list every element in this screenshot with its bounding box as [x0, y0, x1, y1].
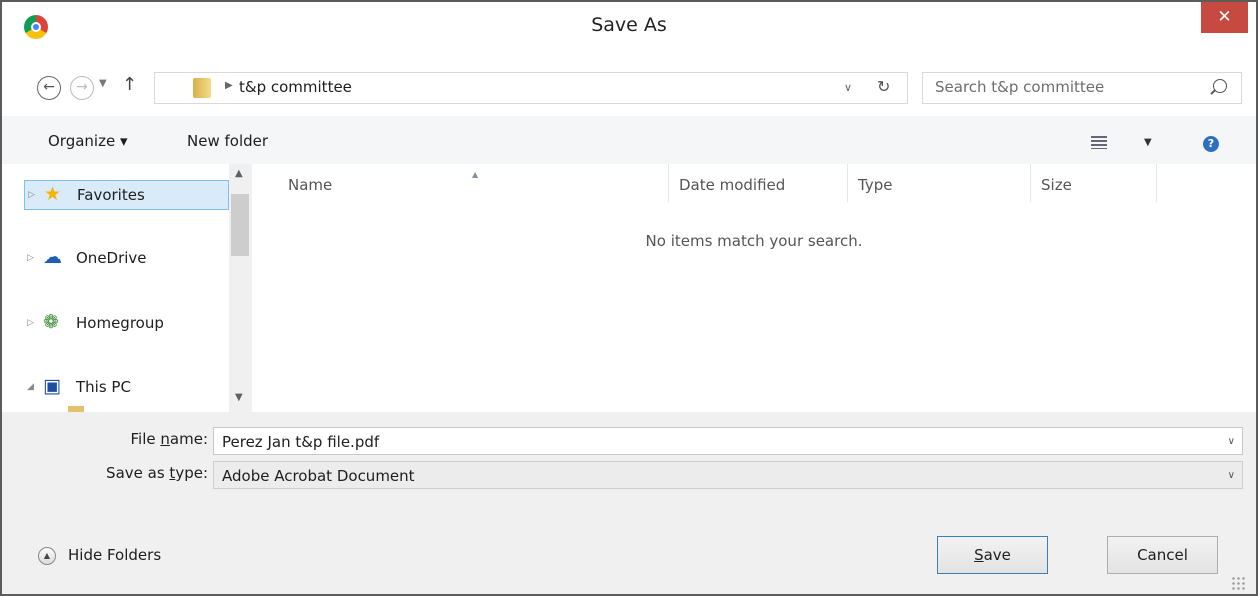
- navigation-pane: ▷ ★ Favorites ▷ ☁ OneDrive ▷ ❁ Homegroup…: [2, 164, 251, 412]
- nav-item-favorites[interactable]: ▷ ★ Favorites: [24, 180, 229, 210]
- new-folder-button[interactable]: New folder: [187, 132, 268, 150]
- column-header-type[interactable]: Type: [848, 164, 1031, 202]
- save-as-type-value[interactable]: Adobe Acrobat Document: [222, 467, 415, 485]
- scroll-down-chevron-icon[interactable]: ▼: [235, 392, 243, 403]
- search-box[interactable]: [922, 72, 1242, 104]
- view-details-icon[interactable]: [1091, 136, 1107, 149]
- label-text: File: [130, 430, 161, 448]
- button-label: ave: [983, 546, 1011, 564]
- address-bar[interactable]: ▶ t&p committee ∨ ↻: [154, 72, 908, 104]
- nav-scrollbar[interactable]: ▲ ▼: [229, 164, 251, 412]
- column-label: Date modified: [679, 176, 786, 194]
- expand-chevron-icon[interactable]: ▷: [27, 318, 34, 328]
- column-label: Type: [858, 176, 893, 194]
- folder-icon: [193, 78, 211, 98]
- command-bar: Organize ▾ New folder ▼ ?: [2, 116, 1256, 164]
- collapse-chevron-icon[interactable]: ◢: [27, 382, 34, 392]
- cloud-icon: ☁: [43, 246, 62, 268]
- nav-item-homegroup[interactable]: ▷ ❁ Homegroup: [24, 309, 229, 339]
- column-header-name[interactable]: ▲ Name: [274, 164, 669, 202]
- file-name-field[interactable]: Perez Jan t&p file.pdf ∨: [213, 427, 1243, 455]
- file-name-chevron-down-icon[interactable]: ∨: [1228, 436, 1235, 447]
- nav-item-label: This PC: [76, 378, 131, 396]
- scroll-up-chevron-icon[interactable]: ▲: [235, 168, 243, 179]
- nav-item-onedrive[interactable]: ▷ ☁ OneDrive: [24, 244, 229, 274]
- star-icon: ★: [44, 183, 62, 205]
- help-icon[interactable]: ?: [1203, 136, 1219, 152]
- column-header-size[interactable]: Size: [1031, 164, 1157, 202]
- column-label: Size: [1041, 176, 1072, 194]
- cancel-button[interactable]: Cancel: [1107, 536, 1218, 574]
- resize-grip-icon[interactable]: [1231, 576, 1245, 590]
- save-as-type-select[interactable]: Adobe Acrobat Document ∨: [213, 461, 1243, 489]
- back-button[interactable]: ←: [37, 76, 61, 100]
- nav-item-label: OneDrive: [76, 249, 147, 267]
- label-text: ame:: [169, 430, 208, 448]
- address-dropdown-chevron-down-icon[interactable]: ∨: [844, 81, 852, 94]
- label-text: ype:: [175, 464, 208, 482]
- expand-chevron-icon[interactable]: ▷: [28, 190, 35, 200]
- up-arrow-icon[interactable]: ↑: [122, 74, 137, 95]
- breadcrumb-item[interactable]: t&p committee: [239, 78, 352, 96]
- column-header-date-modified[interactable]: Date modified: [669, 164, 848, 202]
- recent-locations-chevron-down-icon[interactable]: ▼: [99, 78, 107, 89]
- access-key: S: [974, 546, 984, 564]
- close-button[interactable]: ✕: [1201, 2, 1248, 33]
- file-name-value[interactable]: Perez Jan t&p file.pdf: [222, 433, 379, 451]
- dialog-title: Save As: [591, 14, 667, 36]
- label-text: Save as: [106, 464, 170, 482]
- save-as-dialog: Save As ✕ ← → ▼ ↑ ▶ t&p committee ∨ ↻ Or…: [0, 0, 1258, 596]
- view-options-chevron-down-icon[interactable]: ▼: [1144, 137, 1152, 148]
- access-key: n: [160, 430, 170, 448]
- title-bar: Save As ✕: [2, 2, 1256, 52]
- hide-folders-button[interactable]: ▲ Hide Folders: [38, 544, 188, 568]
- breadcrumb-chevron-icon[interactable]: ▶: [225, 80, 233, 91]
- nav-item-this-pc[interactable]: ◢ ▣ This PC: [24, 373, 229, 403]
- scrollbar-thumb[interactable]: [231, 194, 249, 256]
- organize-button[interactable]: Organize ▾: [48, 132, 128, 150]
- forward-button[interactable]: →: [70, 76, 94, 100]
- save-as-type-label: Save as type:: [106, 464, 208, 482]
- expand-chevron-icon[interactable]: ▷: [27, 253, 34, 263]
- save-button[interactable]: Save: [937, 536, 1048, 574]
- nav-item-label: Homegroup: [76, 314, 164, 332]
- search-input[interactable]: [935, 78, 1205, 96]
- search-icon[interactable]: [1213, 79, 1227, 93]
- sort-ascending-icon: ▲: [472, 170, 479, 179]
- refresh-icon[interactable]: ↻: [877, 77, 890, 96]
- column-label: Name: [288, 176, 333, 194]
- address-row: ← → ▼ ↑ ▶ t&p committee ∨ ↻: [2, 52, 1256, 116]
- hide-folders-label: Hide Folders: [68, 546, 162, 564]
- homegroup-icon: ❁: [43, 311, 59, 333]
- save-as-type-chevron-down-icon[interactable]: ∨: [1228, 470, 1235, 481]
- save-form: File name: Perez Jan t&p file.pdf ∨ Save…: [2, 412, 1256, 594]
- nav-item-label: Favorites: [77, 186, 145, 204]
- computer-icon: ▣: [43, 375, 61, 397]
- file-name-label: File name:: [131, 430, 208, 448]
- collapse-up-icon: ▲: [38, 547, 56, 565]
- file-list: ▲ Name Date modified Type Size No items …: [252, 164, 1256, 412]
- empty-list-message: No items match your search.: [645, 232, 863, 250]
